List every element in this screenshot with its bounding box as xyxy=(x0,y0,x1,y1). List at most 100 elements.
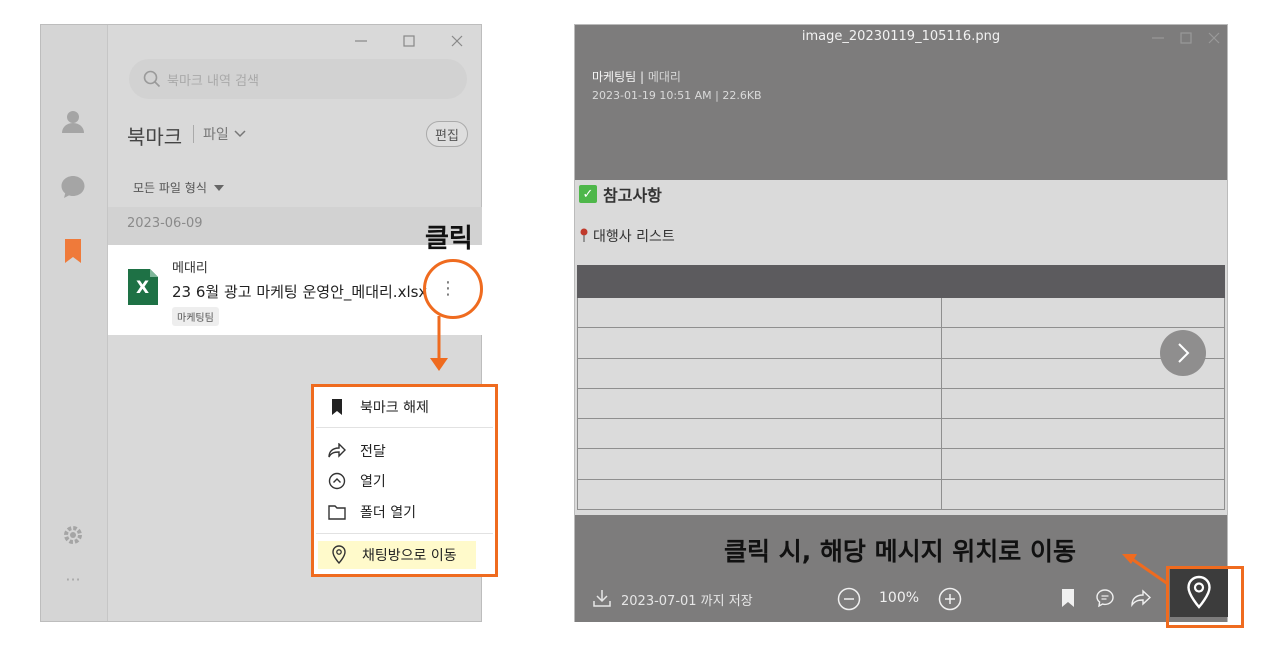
menu-item-go-to-chat[interactable]: 채팅방으로 이동 xyxy=(318,541,476,569)
table-cell xyxy=(577,296,942,329)
table-cell xyxy=(577,418,942,450)
menu-item-label: 폴더 열기 xyxy=(360,505,416,521)
settings-icon[interactable] xyxy=(59,521,87,549)
search-placeholder: 북마크 내역 검색 xyxy=(167,74,259,89)
download-icon[interactable] xyxy=(593,589,611,607)
app-sidebar: ··· xyxy=(41,25,108,621)
bookmark-nav-icon[interactable] xyxy=(59,237,87,265)
caret-down-icon xyxy=(213,184,224,191)
viewer-title: image_20230119_105116.png xyxy=(801,29,1001,44)
close-icon[interactable] xyxy=(433,31,481,51)
maximize-icon[interactable] xyxy=(1179,31,1193,45)
pushpin-icon xyxy=(580,228,588,242)
table-row xyxy=(577,327,1225,359)
menu-item-forward[interactable]: 전달 xyxy=(316,437,493,465)
page-title: 북마크 xyxy=(127,125,183,149)
viewer-header: image_20230119_105116.png 마케팅팀 | 메대리 202… xyxy=(575,25,1227,180)
bookmark-icon xyxy=(316,398,354,416)
table-cell xyxy=(941,418,1225,450)
agency-table xyxy=(577,265,1225,511)
zoom-out-icon[interactable] xyxy=(837,587,861,611)
bookmark-icon[interactable] xyxy=(1061,588,1075,608)
menu-item-label: 채팅방으로 이동 xyxy=(362,548,457,564)
sender-separator: | xyxy=(636,70,648,84)
minimize-icon[interactable] xyxy=(1151,31,1165,45)
table-cell xyxy=(577,448,942,480)
table-header-cell xyxy=(577,265,1225,298)
table-row xyxy=(577,357,1225,389)
screenshot-stage: ··· 북마크 내역 검색 북마크 파일 편집 모든 파일 형식 2023-06… xyxy=(0,0,1280,646)
table-row xyxy=(577,387,1225,420)
table-cell xyxy=(941,387,1225,420)
table-row xyxy=(577,296,1225,329)
zoom-level: 100% xyxy=(879,590,920,606)
more-icon[interactable]: ··· xyxy=(59,565,87,593)
folder-icon xyxy=(316,504,354,520)
share-icon xyxy=(316,443,354,459)
next-image-button[interactable] xyxy=(1160,330,1206,376)
team-tag: 마케팅팀 xyxy=(172,307,219,326)
title-divider xyxy=(193,125,194,143)
maximize-icon[interactable] xyxy=(385,31,433,51)
zoom-in-icon[interactable] xyxy=(938,587,962,611)
window-controls xyxy=(337,31,481,51)
menu-item-label: 북마크 해제 xyxy=(360,400,429,416)
search-input[interactable]: 북마크 내역 검색 xyxy=(129,59,467,99)
table-cell xyxy=(577,387,942,420)
excel-icon-letter: X xyxy=(136,278,150,298)
table-row xyxy=(577,418,1225,450)
table-cell xyxy=(577,357,942,389)
open-icon xyxy=(316,472,354,490)
edit-button[interactable]: 편집 xyxy=(426,121,468,147)
context-menu: 북마크 해제 전달 열기 폴더 열기 채팅방으로 이동 xyxy=(316,389,493,572)
category-dropdown[interactable]: 파일 xyxy=(203,124,247,144)
share-icon[interactable] xyxy=(1131,589,1151,607)
table-row xyxy=(577,448,1225,480)
category-dropdown-label: 파일 xyxy=(203,127,229,143)
file-type-filter-label: 모든 파일 형식 xyxy=(133,181,207,195)
table-header xyxy=(577,265,1225,298)
table-cell xyxy=(941,448,1225,480)
table-cell xyxy=(941,296,1225,329)
sender-team: 마케팅팀 xyxy=(592,70,637,84)
close-icon[interactable] xyxy=(1207,31,1221,45)
profile-icon[interactable] xyxy=(59,107,87,135)
section-title: 참고사항 xyxy=(603,186,662,205)
table-cell xyxy=(941,478,1225,511)
image-content: ✓ 참고사항 대행사 리스트 xyxy=(575,180,1227,515)
file-type-filter[interactable]: 모든 파일 형식 xyxy=(133,179,225,196)
chevron-right-icon xyxy=(1178,343,1190,363)
highlight-circle xyxy=(423,259,483,319)
chat-icon[interactable] xyxy=(59,173,87,201)
annotation-arrow-icon xyxy=(1122,554,1169,586)
chevron-down-icon xyxy=(234,130,246,138)
file-name: 23 6월 광고 마케팅 운영안_메대리.xlsx xyxy=(172,283,428,301)
go-to-message-highlight xyxy=(1166,566,1244,628)
chat-bubble-icon[interactable] xyxy=(1095,588,1115,608)
table-cell xyxy=(577,478,942,511)
menu-item-open[interactable]: 열기 xyxy=(316,467,493,495)
search-icon xyxy=(143,70,161,92)
viewer-window-controls xyxy=(1151,31,1221,45)
menu-item-open-folder[interactable]: 폴더 열기 xyxy=(316,498,493,526)
table-row xyxy=(577,478,1225,511)
location-pin-icon xyxy=(318,545,356,565)
file-sender: 메대리 xyxy=(172,261,208,276)
checkbox-icon: ✓ xyxy=(579,185,597,203)
minimize-icon[interactable] xyxy=(337,31,385,51)
save-until-label: 2023-07-01 까지 저장 xyxy=(621,594,753,609)
menu-divider xyxy=(316,427,493,428)
menu-divider xyxy=(316,533,493,534)
sender-name: 메대리 xyxy=(647,70,681,84)
viewer-sender: 마케팅팀 | 메대리 xyxy=(592,68,681,85)
menu-item-label: 열기 xyxy=(360,474,386,490)
menu-item-label: 전달 xyxy=(360,444,386,460)
table-cell xyxy=(577,327,942,359)
click-annotation-label: 클릭 xyxy=(425,224,473,254)
annotation-arrow-icon xyxy=(430,316,448,371)
list-label: 대행사 리스트 xyxy=(593,229,675,245)
viewer-meta: 2023-01-19 10:51 AM | 22.6KB xyxy=(592,89,762,102)
move-annotation-caption: 클릭 시, 해당 메시지 위치로 이동 xyxy=(724,537,1077,566)
menu-item-unbookmark[interactable]: 북마크 해제 xyxy=(316,393,493,421)
excel-file-icon: X xyxy=(128,269,158,305)
